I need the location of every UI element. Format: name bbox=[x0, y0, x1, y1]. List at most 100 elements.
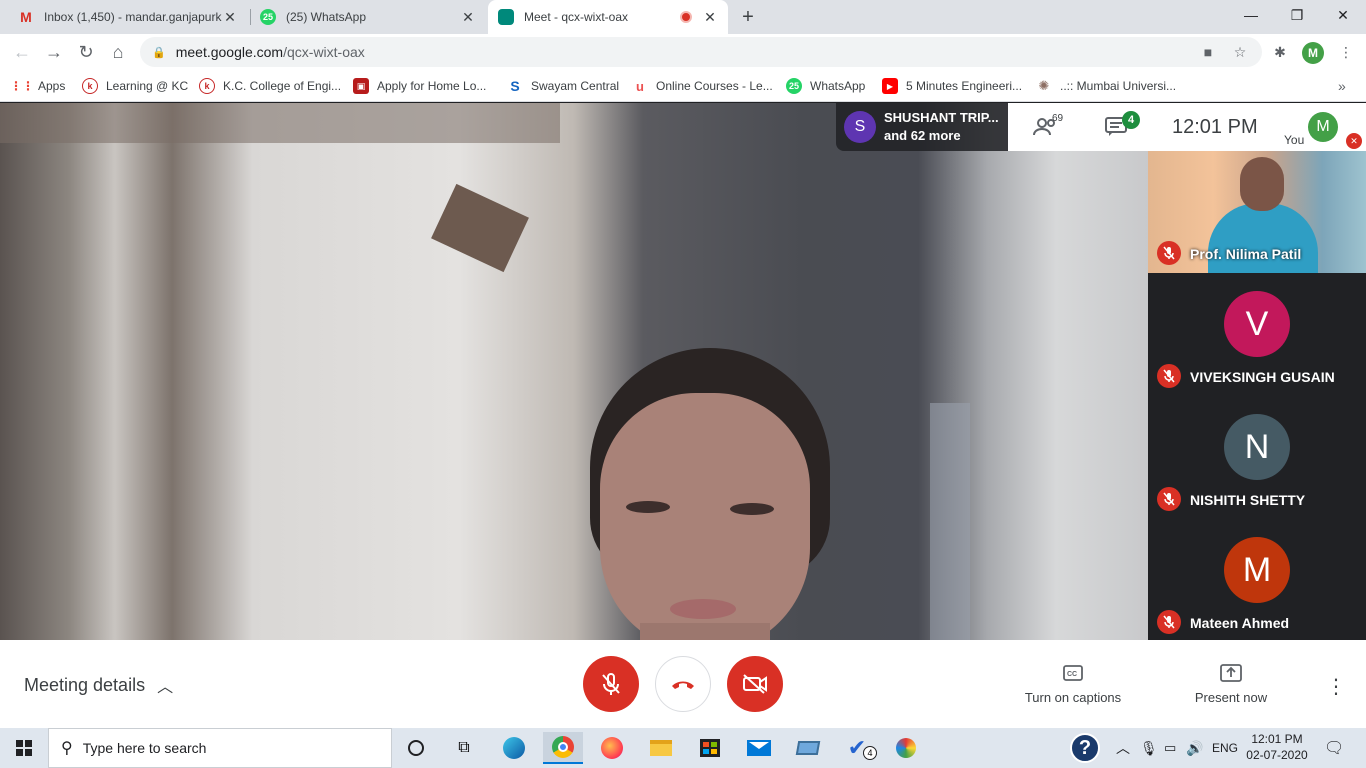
bookmark-5-minutes[interactable]: ▶ 5 Minutes Engineeri... bbox=[882, 76, 1022, 96]
participant-video-body bbox=[1208, 203, 1318, 273]
tab-gmail[interactable]: M Inbox (1,450) - mandar.ganjapurk ✕ bbox=[8, 0, 248, 34]
tray-overflow-icon[interactable]: ︿ bbox=[1116, 728, 1130, 768]
bookmark-star-icon[interactable]: ☆ bbox=[1228, 40, 1252, 64]
tab-title: (25) WhatsApp bbox=[286, 10, 367, 24]
present-now-button[interactable]: Present now bbox=[1161, 662, 1301, 705]
bookmarks-bar: ⋮⋮ Apps k Learning @ KC k K.C. College o… bbox=[0, 70, 1366, 102]
volume-icon[interactable]: 🔊 bbox=[1186, 728, 1203, 768]
search-placeholder: Type here to search bbox=[82, 740, 207, 756]
search-icon: ⚲ bbox=[61, 740, 73, 757]
presenter-more: and 62 more bbox=[884, 128, 961, 143]
bookmark-label: Swayam Central bbox=[531, 79, 620, 93]
windows-taskbar: ⚲ Type here to search ⧉ ✔ 4 ? ︿ 🎙 ▭ 🔊 EN… bbox=[0, 728, 1366, 768]
extensions-icon[interactable]: ✱ bbox=[1268, 40, 1292, 64]
todo-icon[interactable]: ✔ 4 bbox=[837, 732, 877, 764]
address-bar[interactable]: 🔒 meet.google.com /qcx-wixt-oax bbox=[140, 37, 1262, 67]
more-options-icon[interactable]: ⋮ bbox=[1326, 674, 1346, 699]
restore-button[interactable]: ❐ bbox=[1274, 0, 1320, 30]
close-window-button[interactable]: ✕ bbox=[1320, 0, 1366, 30]
presenter-chip[interactable]: S SHUSHANT TRIP... and 62 more bbox=[836, 103, 1008, 151]
chat-badge: 4 bbox=[1122, 111, 1140, 129]
close-icon[interactable]: ✕ bbox=[702, 9, 718, 26]
whatsapp-icon: 25 bbox=[786, 78, 802, 94]
taskbar-time: 12:01 PM bbox=[1251, 732, 1303, 746]
participant-sidebar: Prof. Nilima Patil V VIVEKSINGH GUSAIN N… bbox=[1148, 151, 1366, 640]
edge-icon[interactable] bbox=[494, 732, 534, 764]
cortana-icon[interactable] bbox=[396, 732, 436, 764]
udemy-icon: u bbox=[636, 78, 644, 94]
meeting-details-button[interactable]: Meeting details ︿ bbox=[24, 673, 173, 697]
participant-tile[interactable]: N NISHITH SHETTY bbox=[1148, 397, 1366, 518]
menu-icon[interactable]: ⋮ bbox=[1334, 40, 1358, 64]
language-indicator[interactable]: ENG bbox=[1212, 728, 1238, 768]
more-bookmarks-button[interactable]: » bbox=[1338, 76, 1346, 96]
lock-icon: 🔒 bbox=[152, 46, 166, 59]
microphone-tray-icon[interactable]: 🎙 bbox=[1140, 728, 1158, 768]
bookmark-swayam[interactable]: S Swayam Central bbox=[507, 76, 619, 96]
bookmark-online-courses[interactable]: u Online Courses - Le... bbox=[632, 76, 773, 96]
profile-avatar[interactable]: M bbox=[1302, 42, 1324, 64]
ceiling-beam bbox=[0, 103, 560, 143]
participant-tile[interactable]: M Mateen Ahmed bbox=[1148, 520, 1366, 641]
svg-text:CC: CC bbox=[1067, 671, 1077, 678]
swayam-icon: S bbox=[510, 78, 520, 94]
youtube-icon: ▶ bbox=[882, 78, 898, 94]
bookmark-mumbai-university[interactable]: ✺ ..:: Mumbai Universi... bbox=[1036, 76, 1176, 96]
participant-name: Mateen Ahmed bbox=[1190, 615, 1290, 631]
reload-button[interactable]: ↻ bbox=[72, 38, 100, 66]
main-video bbox=[0, 103, 1148, 640]
url-host: meet.google.com bbox=[175, 44, 284, 60]
person-neck bbox=[640, 623, 770, 640]
file-explorer-icon[interactable] bbox=[641, 732, 681, 764]
new-tab-button[interactable]: + bbox=[732, 0, 764, 34]
network-icon[interactable]: ▭ bbox=[1164, 728, 1176, 768]
help-icon[interactable]: ? bbox=[1070, 728, 1100, 768]
mic-off-icon bbox=[602, 673, 620, 695]
kc-icon: k bbox=[82, 78, 98, 94]
bookmark-apps[interactable]: ⋮⋮ Apps bbox=[10, 76, 65, 96]
tab-strip: M Inbox (1,450) - mandar.ganjapurk ✕ 25 … bbox=[0, 0, 1366, 34]
window-light bbox=[930, 403, 970, 640]
close-icon[interactable]: ✕ bbox=[222, 9, 238, 26]
bookmark-learning-kc[interactable]: k Learning @ KC bbox=[82, 76, 188, 96]
minimize-button[interactable]: — bbox=[1228, 0, 1274, 30]
leave-call-button[interactable] bbox=[655, 656, 711, 712]
bookmark-label: WhatsApp bbox=[810, 79, 866, 93]
bank-icon: ▣ bbox=[353, 78, 369, 94]
bookmark-whatsapp[interactable]: 25 WhatsApp bbox=[786, 76, 865, 96]
presenter-avatar: S bbox=[844, 111, 876, 143]
forward-button[interactable]: → bbox=[40, 38, 68, 66]
camera-icon[interactable]: ■ bbox=[1196, 40, 1220, 64]
camera-toggle-button[interactable] bbox=[727, 656, 783, 712]
close-icon[interactable]: ✕ bbox=[460, 9, 476, 26]
meeting-details-label: Meeting details bbox=[24, 674, 146, 695]
start-button[interactable] bbox=[0, 728, 48, 768]
presenter-name: SHUSHANT TRIP... bbox=[884, 110, 999, 125]
notifications-icon[interactable]: 🗨 bbox=[1324, 728, 1344, 768]
chrome-icon[interactable] bbox=[543, 732, 583, 764]
tab-meet[interactable]: Meet - qcx-wixt-oax ✕ bbox=[488, 0, 728, 34]
taskbar-clock[interactable]: 12:01 PM 02-07-2020 bbox=[1244, 731, 1310, 763]
participant-avatar: M bbox=[1224, 537, 1290, 603]
firefox-icon[interactable] bbox=[592, 732, 632, 764]
mail-icon[interactable] bbox=[739, 732, 779, 764]
bookmark-home-loan[interactable]: ▣ Apply for Home Lo... bbox=[353, 76, 486, 96]
turn-on-captions-button[interactable]: CC Turn on captions bbox=[1003, 662, 1143, 705]
present-label: Present now bbox=[1194, 690, 1268, 705]
paint-icon[interactable] bbox=[886, 732, 926, 764]
back-button[interactable]: ← bbox=[8, 38, 36, 66]
participant-tile[interactable]: Prof. Nilima Patil bbox=[1148, 151, 1366, 273]
taskbar-date: 02-07-2020 bbox=[1246, 748, 1308, 762]
captions-label: Turn on captions bbox=[1024, 690, 1122, 705]
microphone-toggle-button[interactable] bbox=[583, 656, 639, 712]
store-icon[interactable] bbox=[690, 732, 730, 764]
self-avatar[interactable]: M bbox=[1308, 112, 1338, 142]
bookmark-kc-college[interactable]: k K.C. College of Engi... bbox=[199, 76, 341, 96]
task-view-icon[interactable]: ⧉ bbox=[444, 732, 484, 764]
participant-tile[interactable]: V VIVEKSINGH GUSAIN bbox=[1148, 274, 1366, 395]
taskbar-search-box[interactable]: ⚲ Type here to search bbox=[48, 728, 392, 768]
home-button[interactable]: ⌂ bbox=[104, 38, 132, 66]
meeting-clock: 12:01 PM bbox=[1172, 116, 1258, 138]
computer-icon[interactable] bbox=[788, 732, 828, 764]
tab-whatsapp[interactable]: 25 (25) WhatsApp ✕ bbox=[250, 0, 486, 34]
